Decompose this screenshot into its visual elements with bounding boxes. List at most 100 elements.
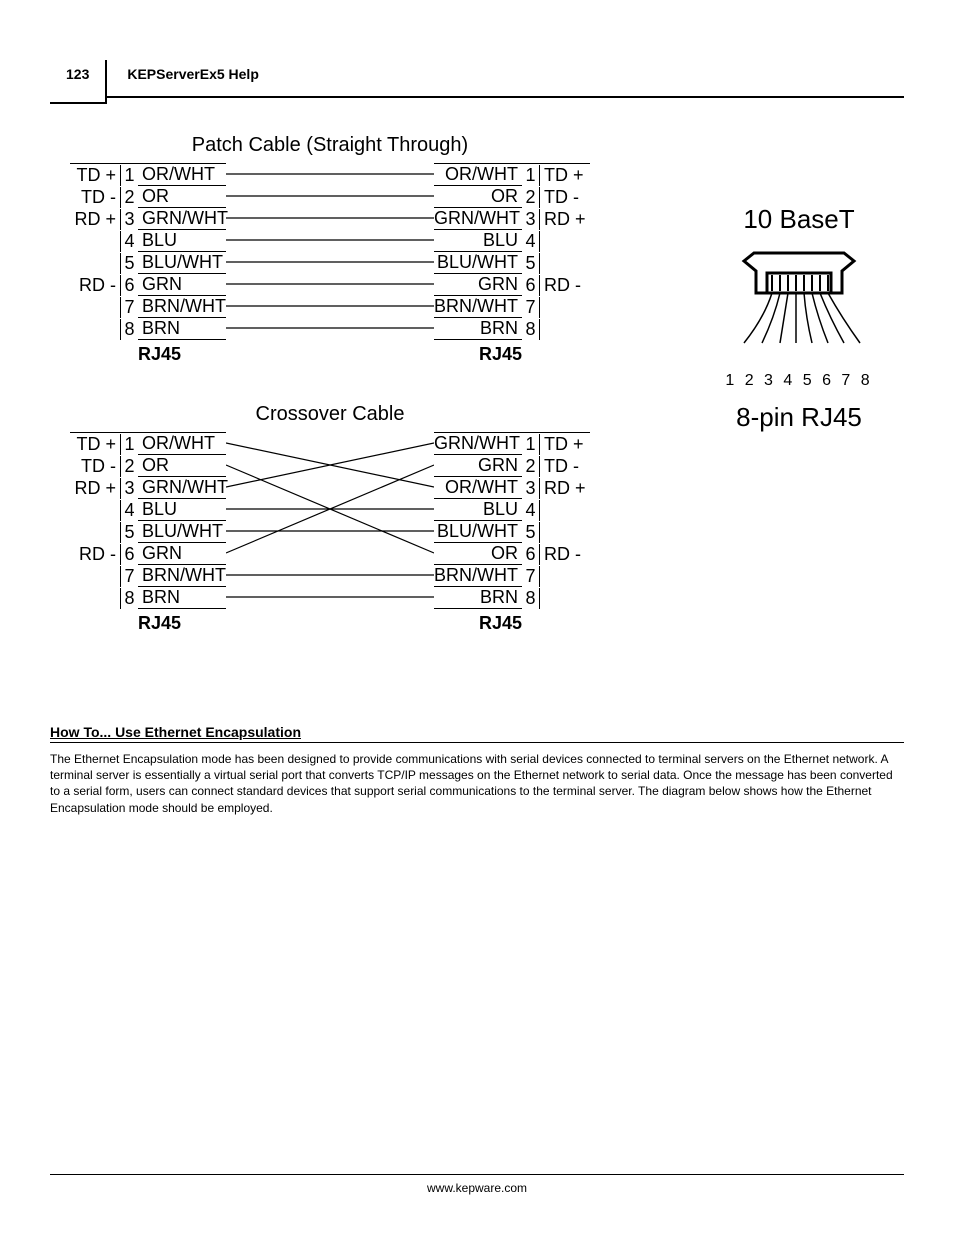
patch-cable-pinout: TD +1OR/WHTTD -2ORRD +3GRN/WHT4BLU5BLU/W… (70, 163, 590, 363)
pin-signal-label: RD + (540, 209, 590, 230)
pin-color: OR (138, 186, 226, 208)
pin-signal-label: RD + (540, 478, 590, 499)
pin-signal-label: RD - (70, 275, 120, 296)
page-footer: www.kepware.com (50, 1174, 904, 1195)
patch-cable-title: Patch Cable (Straight Through) (50, 134, 610, 157)
crossover-cable-title: Crossover Cable (50, 403, 610, 426)
pin-color: BRN (434, 318, 522, 340)
pin-signal-label: RD - (70, 544, 120, 565)
pin-number: 4 (120, 500, 138, 521)
pin-color: BRN (138, 318, 226, 340)
pin-number: 4 (522, 500, 540, 521)
pin-signal-label: TD + (540, 434, 590, 455)
pin-number: 7 (522, 297, 540, 318)
pin-color: BRN/WHT (434, 565, 522, 587)
doc-title: KEPServerEx5 Help (107, 66, 904, 98)
pin-number: 8 (522, 319, 540, 340)
pin-color: BLU/WHT (138, 521, 226, 543)
pin-color: OR/WHT (138, 164, 226, 186)
pin-color: OR/WHT (138, 433, 226, 455)
pin-color: GRN/WHT (138, 477, 226, 499)
pin-color: GRN/WHT (138, 208, 226, 230)
pin-number: 5 (120, 522, 138, 543)
pin-number: 3 (120, 478, 138, 499)
crossover-wires-icon (226, 432, 434, 608)
pin-number: 7 (522, 566, 540, 587)
patch-wires-icon (226, 163, 434, 339)
pin-signal-label: RD - (540, 544, 590, 565)
pin-signal-label: TD + (70, 165, 120, 186)
pin-number: 3 (120, 209, 138, 230)
pin-number: 8 (120, 319, 138, 340)
connector-label: RJ45 (434, 613, 522, 634)
pin-number: 4 (522, 231, 540, 252)
pin-number: 7 (120, 566, 138, 587)
pin-color: BLU/WHT (434, 521, 522, 543)
pin-number: 7 (120, 297, 138, 318)
pin-number: 2 (522, 456, 540, 477)
pin-number: 2 (120, 187, 138, 208)
pin-signal-label: RD - (540, 275, 590, 296)
pin-color: OR (434, 186, 522, 208)
pin-color: BRN/WHT (138, 565, 226, 587)
pin-color: BRN (138, 587, 226, 609)
pin-color: OR (138, 455, 226, 477)
pin-color: BLU/WHT (138, 252, 226, 274)
eight-pin-rj45-label: 8-pin RJ45 (694, 402, 904, 433)
pin-color: BRN (434, 587, 522, 609)
pin-number: 2 (120, 456, 138, 477)
rj45-plug-icon (724, 243, 874, 363)
pin-numbers: 1 2 3 4 5 6 7 8 (694, 372, 904, 390)
cable-diagram-area: Patch Cable (Straight Through) TD +1OR/W… (50, 134, 904, 684)
pin-color: BRN/WHT (434, 296, 522, 318)
pin-number: 2 (522, 187, 540, 208)
pin-color: BLU (434, 230, 522, 252)
pin-color: BLU/WHT (434, 252, 522, 274)
pin-color: GRN (434, 455, 522, 477)
pin-number: 5 (120, 253, 138, 274)
pin-number: 3 (522, 209, 540, 230)
pin-color: OR (434, 543, 522, 565)
pin-color: OR/WHT (434, 164, 522, 186)
tenbase-t-label: 10 BaseT (694, 204, 904, 235)
pin-signal-label: TD + (70, 434, 120, 455)
connector-label: RJ45 (138, 613, 226, 634)
pin-signal-label: TD - (70, 456, 120, 477)
pin-signal-label: TD - (70, 187, 120, 208)
pin-color: OR/WHT (434, 477, 522, 499)
pin-signal-label: TD + (540, 165, 590, 186)
connector-label: RJ45 (434, 344, 522, 365)
pin-number: 6 (120, 275, 138, 296)
page-number: 123 (50, 60, 107, 104)
pin-number: 3 (522, 478, 540, 499)
pin-number: 1 (522, 165, 540, 186)
pin-color: BRN/WHT (138, 296, 226, 318)
pin-color: GRN (138, 543, 226, 565)
pin-number: 1 (120, 165, 138, 186)
page-header: 123 KEPServerEx5 Help (50, 60, 904, 104)
pin-color: BLU (138, 230, 226, 252)
pin-number: 1 (522, 434, 540, 455)
section-heading: How To... Use Ethernet Encapsulation (50, 724, 904, 743)
rj45-connector-panel: 10 BaseT 1 2 3 4 (694, 204, 904, 433)
pin-signal-label: TD - (540, 187, 590, 208)
pin-color: BLU (434, 499, 522, 521)
pin-color: GRN/WHT (434, 208, 522, 230)
pin-color: BLU (138, 499, 226, 521)
pin-number: 6 (522, 544, 540, 565)
pin-signal-label: TD - (540, 456, 590, 477)
crossover-cable-pinout: TD +1OR/WHTTD -2ORRD +3GRN/WHT4BLU5BLU/W… (70, 432, 590, 632)
pin-number: 4 (120, 231, 138, 252)
pin-color: GRN (138, 274, 226, 296)
pin-color: GRN (434, 274, 522, 296)
pin-number: 5 (522, 253, 540, 274)
pin-number: 8 (522, 588, 540, 609)
pin-number: 5 (522, 522, 540, 543)
pin-signal-label: RD + (70, 209, 120, 230)
pin-number: 8 (120, 588, 138, 609)
pin-color: GRN/WHT (434, 433, 522, 455)
pin-number: 1 (120, 434, 138, 455)
pin-signal-label: RD + (70, 478, 120, 499)
section-body: The Ethernet Encapsulation mode has been… (50, 751, 904, 816)
connector-label: RJ45 (138, 344, 226, 365)
